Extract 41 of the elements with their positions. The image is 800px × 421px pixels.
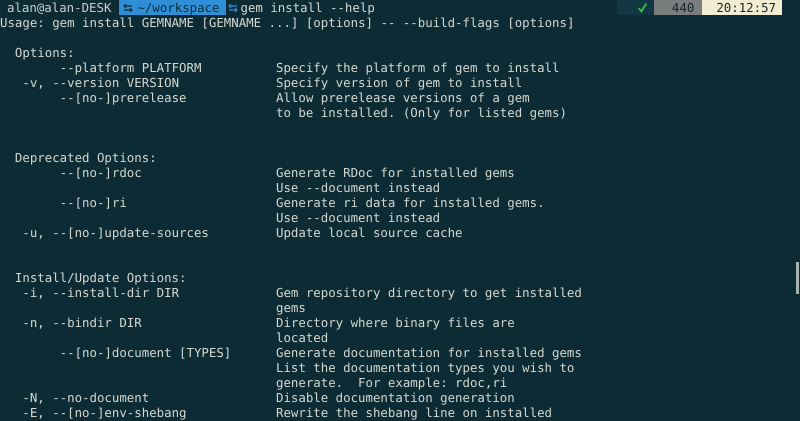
history-number: 440 — [654, 0, 702, 15]
option-description: gems — [276, 300, 306, 315]
option-description: generate. For example: rdoc,ri — [276, 375, 508, 390]
scrollbar-thumb[interactable] — [796, 262, 799, 294]
section-heading: Deprecated Options: — [14, 150, 157, 165]
option-name: -N, --no-document — [22, 390, 150, 405]
option-name: --[no-]rdoc — [60, 165, 142, 180]
option-description: to be installed. (Only for listed gems) — [276, 105, 567, 120]
option-description: Specify the platform of gem to install — [276, 60, 560, 75]
clock-time: 20:12:57 — [702, 0, 782, 15]
option-description: List the documentation types you wish to — [276, 360, 574, 375]
option-name: -v, --version VERSION — [22, 75, 180, 90]
option-name: -u, --[no-]update-sources — [22, 225, 209, 240]
option-description: located — [276, 330, 328, 345]
section-heading: Install/Update Options: — [14, 270, 186, 285]
command-text: gem install --help — [240, 0, 375, 15]
option-name: --[no-]prerelease — [60, 90, 186, 105]
swap-arrows-icon — [228, 2, 238, 12]
option-description: Rewrite the shebang line on installed — [276, 405, 552, 420]
option-name: --[no-]document [TYPES] — [60, 345, 232, 360]
option-description: Generate documentation for installed gems — [276, 345, 582, 360]
option-name: -n, --bindir DIR — [22, 315, 142, 330]
option-name: --platform PLATFORM — [60, 60, 202, 75]
option-description: Disable documentation generation — [276, 390, 515, 405]
section-heading: Options: — [14, 45, 75, 60]
usage-line: Usage: gem install GEMNAME [GEMNAME ...] [options] -- --build-flags [options] — [0, 15, 574, 30]
option-description: Update local source cache — [276, 225, 462, 240]
prompt-user: alan@alan-DESK — [6, 0, 112, 15]
option-description: Use --document instead — [276, 210, 440, 225]
option-description: Generate ri data for installed gems. — [276, 195, 545, 210]
option-description: Gem repository directory to get installed — [276, 285, 582, 300]
option-description: Allow prerelease versions of a gem — [276, 90, 530, 105]
option-description: Specify version of gem to install — [276, 75, 522, 90]
option-name: -E, --[no-]env-shebang — [22, 405, 186, 420]
option-name: -i, --install-dir DIR — [22, 285, 180, 300]
option-description: Directory where binary files are — [276, 315, 515, 330]
option-name: --[no-]ri — [60, 195, 127, 210]
swap-arrows-icon — [123, 2, 134, 12]
option-description: Use --document instead — [276, 180, 440, 195]
option-description: Generate RDoc for installed gems — [276, 165, 515, 180]
prompt-directory: ~/workspace — [119, 0, 226, 15]
